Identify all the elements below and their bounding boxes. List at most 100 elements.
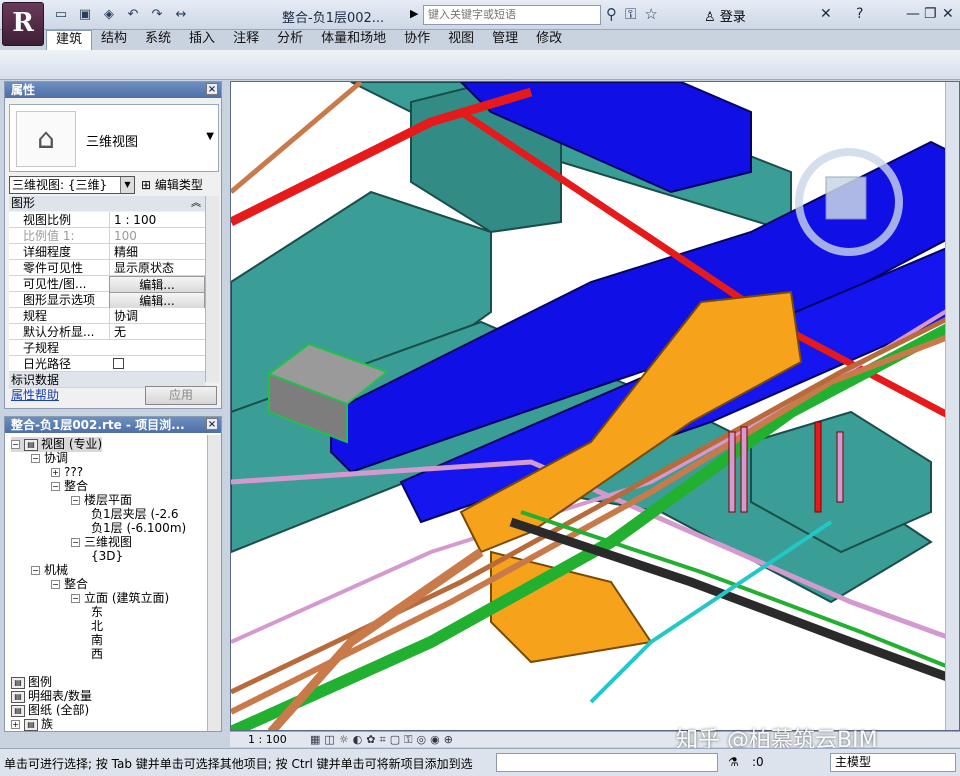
property-value[interactable]: 精细	[109, 244, 205, 260]
measure-icon[interactable]: ↔	[172, 6, 190, 24]
tree-node[interactable]: 西	[91, 647, 103, 662]
tree-node[interactable]: − 整合	[51, 577, 88, 592]
properties-scrollbar[interactable]	[205, 196, 219, 382]
viewport-close-icon[interactable]: ✕	[924, 85, 932, 96]
tree-node[interactable]: 南	[91, 633, 103, 648]
sun-path-icon[interactable]: ☼	[339, 733, 349, 747]
render-icon[interactable]: ✿	[366, 733, 375, 747]
tree-node[interactable]: − 立面 (建筑立面)	[71, 591, 169, 606]
ribbon-tab[interactable]: 视图	[439, 30, 483, 50]
tree-node[interactable]: ▤ 图纸 (全部)	[11, 703, 89, 718]
undo-icon[interactable]: ↶	[124, 6, 142, 24]
property-row[interactable]: 可见性/图... 编辑...	[9, 276, 205, 294]
type-selector[interactable]: ⌂ 三维视图 ▼	[9, 104, 219, 172]
property-group-graphics[interactable]: 图形 ︽	[9, 196, 205, 211]
reveal-icon[interactable]: ◉	[430, 733, 440, 747]
ribbon-tab[interactable]: 修改	[527, 30, 571, 50]
close-icon[interactable]: ×	[206, 418, 218, 430]
filter-icon[interactable]: ⚗	[728, 755, 739, 769]
restore-icon[interactable]: ❐	[924, 6, 937, 22]
ribbon-tab[interactable]: 体量和场地	[312, 30, 395, 50]
browser-scrollbar[interactable]	[207, 435, 221, 731]
property-row[interactable]: 默认分析显... 无	[9, 324, 205, 340]
tree-node[interactable]: − 三维视图	[71, 535, 132, 550]
ribbon-tab[interactable]: 协作	[395, 30, 439, 50]
sync-icon[interactable]: ◈	[100, 6, 118, 24]
help-icon[interactable]: ?	[856, 6, 863, 22]
app-menu-button[interactable]: R	[2, 2, 44, 46]
view-cube-icon[interactable]	[825, 176, 867, 220]
property-row[interactable]: 规程 协调	[9, 308, 205, 324]
design-option-dropdown[interactable]: 主模型	[830, 753, 956, 772]
property-row[interactable]: 日光路径	[9, 356, 205, 372]
view-instance-dropdown[interactable]: 三维视图: {三维} ▼	[9, 176, 135, 194]
tree-node[interactable]: ▤ 明细表/数量	[11, 689, 92, 704]
collapse-icon[interactable]: −	[11, 440, 20, 449]
collapse-icon[interactable]: −	[71, 496, 80, 505]
tree-node[interactable]: 北	[91, 619, 103, 634]
3d-viewport[interactable]: — ❐ ✕	[230, 81, 960, 731]
analysis-icon[interactable]: ⊕	[444, 733, 453, 747]
tree-node[interactable]: +???	[51, 465, 83, 480]
tree-node[interactable]: + ▤ 族	[11, 717, 53, 731]
tree-node[interactable]: − 楼层平面	[71, 493, 132, 508]
property-value[interactable]: 协调	[109, 308, 205, 324]
property-row[interactable]: 视图比例 1 : 100	[9, 212, 205, 228]
ribbon-tab[interactable]: 系统	[136, 30, 180, 50]
minimize-icon[interactable]: —	[906, 6, 920, 22]
property-row[interactable]: 零件可见性 显示原状态	[9, 260, 205, 276]
viewport-scrollbar[interactable]	[945, 82, 959, 730]
ribbon-tab[interactable]: 管理	[483, 30, 527, 50]
property-row[interactable]: 图形显示选项 编辑...	[9, 292, 205, 310]
property-row[interactable]: 比例值 1: 100	[9, 228, 205, 244]
expand-icon[interactable]: +	[11, 720, 20, 729]
visual-style-icon[interactable]: ◫	[324, 733, 334, 747]
tree-node[interactable]: − 整合	[51, 479, 88, 494]
properties-help-link[interactable]: 属性帮助	[11, 386, 59, 403]
collapse-icon[interactable]: −	[71, 594, 80, 603]
show-crop-icon[interactable]: ▢	[390, 733, 400, 747]
binoculars-icon[interactable]: ⚲	[606, 5, 617, 23]
tree-node[interactable]: − 协调	[31, 451, 68, 466]
collapse-icon[interactable]: −	[31, 566, 40, 575]
hide-icon[interactable]: ◎	[417, 733, 427, 747]
property-row[interactable]: 子规程	[9, 340, 205, 356]
collapse-icon[interactable]: −	[31, 454, 40, 463]
key-icon[interactable]: ⚿	[625, 5, 636, 23]
tree-node[interactable]: 东	[91, 605, 103, 620]
sun-path-checkbox[interactable]	[113, 358, 124, 369]
login-button[interactable]: ♙ 登录	[704, 6, 746, 25]
crop-icon[interactable]: ⌗	[380, 733, 386, 747]
ribbon-tab[interactable]: 结构	[92, 30, 136, 50]
apply-button[interactable]: 应用	[145, 386, 217, 405]
exchange-icon[interactable]: ✕	[820, 6, 832, 22]
edit-type-button[interactable]: ⊞ 编辑类型	[141, 176, 203, 193]
save-icon[interactable]: ▣	[76, 6, 94, 24]
collapse-icon[interactable]: −	[71, 538, 80, 547]
search-input[interactable]	[423, 5, 601, 25]
tree-node[interactable]: 负1层夹层 (-2.6	[91, 507, 179, 522]
expand-icon[interactable]: +	[51, 468, 60, 477]
viewport-minimize-icon[interactable]: —	[891, 85, 901, 96]
collapse-icon[interactable]: −	[51, 580, 60, 589]
workset-dropdown[interactable]	[496, 753, 718, 772]
collapse-icon[interactable]: −	[51, 482, 60, 491]
property-value[interactable]: 显示原状态	[109, 260, 205, 276]
lock-icon[interactable]: ⚿	[404, 733, 412, 747]
property-value[interactable]: 100	[109, 228, 205, 244]
detail-level-icon[interactable]: ▦	[310, 733, 320, 747]
ribbon-tab[interactable]: 插入	[180, 30, 224, 50]
ribbon-tab[interactable]: 建筑	[46, 30, 93, 50]
viewport-restore-icon[interactable]: ❐	[907, 85, 916, 96]
property-row[interactable]: 详细程度 精细	[9, 244, 205, 260]
tree-node[interactable]: ▤ 图例	[11, 675, 52, 690]
open-icon[interactable]: ▭	[52, 6, 70, 24]
star-icon[interactable]: ☆	[644, 5, 657, 23]
close-icon[interactable]: ✕	[942, 6, 954, 22]
tree-node[interactable]: − 机械	[31, 563, 68, 578]
ribbon-tab[interactable]: 注释	[224, 30, 268, 50]
close-icon[interactable]: ×	[206, 83, 218, 95]
tree-node[interactable]: − ▤ 视图 (专业)	[11, 437, 103, 452]
property-value[interactable]: 无	[109, 324, 205, 340]
redo-icon[interactable]: ↷	[148, 6, 166, 24]
